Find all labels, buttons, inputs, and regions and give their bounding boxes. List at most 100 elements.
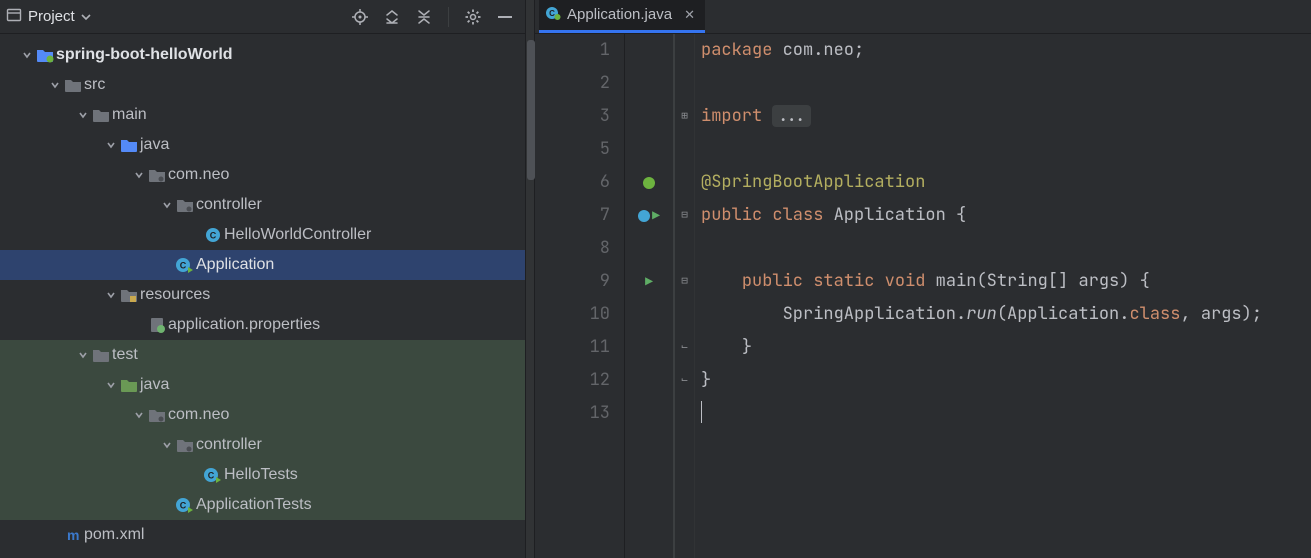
- folder-icon: [90, 107, 112, 123]
- expand-arrow-icon[interactable]: [160, 440, 174, 450]
- tree-label: com.neo: [168, 406, 229, 424]
- svg-text:m: m: [67, 527, 79, 543]
- tree-node[interactable]: java: [0, 130, 525, 160]
- class-run-icon: C: [545, 5, 561, 25]
- tree-node[interactable]: com.neo: [0, 400, 525, 430]
- tree-node[interactable]: CApplication: [0, 250, 525, 280]
- package-icon: [174, 197, 196, 213]
- expand-all-icon[interactable]: [382, 7, 402, 27]
- project-title[interactable]: Project: [28, 8, 75, 25]
- tree-label: java: [140, 376, 169, 394]
- tree-label: application.properties: [168, 316, 320, 334]
- package-icon: [146, 407, 168, 423]
- package-icon: [174, 437, 196, 453]
- class-run-icon: C: [174, 497, 196, 513]
- tree-node[interactable]: main: [0, 100, 525, 130]
- expand-arrow-icon[interactable]: [160, 200, 174, 210]
- class-icon[interactable]: [638, 210, 650, 222]
- tree-label: Application: [196, 256, 274, 274]
- expand-arrow-icon[interactable]: [20, 50, 34, 60]
- tree-label: ApplicationTests: [196, 496, 312, 514]
- tree-node[interactable]: com.neo: [0, 160, 525, 190]
- folder-open-icon: [34, 47, 56, 63]
- toolbar-divider: [448, 7, 449, 27]
- close-icon[interactable]: ✕: [684, 7, 695, 23]
- fold-end: ⌙: [675, 331, 694, 364]
- tree-node[interactable]: test: [0, 340, 525, 370]
- tab-application[interactable]: C Application.java ✕: [539, 0, 705, 33]
- expand-arrow-icon[interactable]: [48, 80, 62, 90]
- resources-icon: [118, 287, 140, 303]
- props-icon: [146, 317, 168, 333]
- fold-toggle[interactable]: ⊟: [675, 199, 694, 232]
- tree-node[interactable]: java: [0, 370, 525, 400]
- tree-node[interactable]: resources: [0, 280, 525, 310]
- folder-icon: [90, 347, 112, 363]
- tree-label: test: [112, 346, 138, 364]
- collapse-all-icon[interactable]: [414, 7, 434, 27]
- expand-arrow-icon[interactable]: [76, 350, 90, 360]
- code-area: 1 2 3 5 6 7 8 9 10 11 12 13: [535, 34, 1311, 558]
- svg-text:C: C: [549, 9, 555, 18]
- fold-toggle[interactable]: ⊞: [675, 100, 694, 133]
- tree-node[interactable]: C ApplicationTests: [0, 490, 525, 520]
- fold-gutter: ⊞ ⊟ ⊟ ⌙ ⌙: [675, 34, 695, 558]
- tree-label: controller: [196, 436, 262, 454]
- editor-area: C Application.java ✕ 1 2 3 5 6 7 8 9 10 …: [535, 0, 1311, 558]
- code-editor[interactable]: package com.neo; import ... @SpringBootA…: [695, 34, 1311, 558]
- tree-node[interactable]: C HelloTests: [0, 460, 525, 490]
- folder-green-icon: [118, 377, 140, 393]
- expand-arrow-icon[interactable]: [104, 140, 118, 150]
- folder-blue-icon: [118, 137, 140, 153]
- project-tree[interactable]: spring-boot-helloWorld srcmain java com.neo…: [0, 34, 525, 558]
- expand-arrow-icon[interactable]: [132, 410, 146, 420]
- expand-arrow-icon[interactable]: [104, 290, 118, 300]
- tree-label: com.neo: [168, 166, 229, 184]
- svg-text:C: C: [210, 231, 217, 241]
- tree-label: HelloWorldController: [224, 226, 371, 244]
- expand-arrow-icon[interactable]: [76, 110, 90, 120]
- tree-label: HelloTests: [224, 466, 298, 484]
- tree-node[interactable]: spring-boot-helloWorld: [0, 40, 525, 70]
- tree-node[interactable]: controller: [0, 190, 525, 220]
- tree-label: spring-boot-helloWorld: [56, 46, 233, 64]
- tree-label: src: [84, 76, 105, 94]
- tree-label: java: [140, 136, 169, 154]
- class-run-icon: C: [202, 467, 224, 483]
- class-icon: C: [202, 227, 224, 243]
- project-header: Project: [0, 0, 525, 34]
- fold-toggle[interactable]: ⊟: [675, 265, 694, 298]
- gear-icon[interactable]: [463, 7, 483, 27]
- tree-label: main: [112, 106, 147, 124]
- tree-node[interactable]: src: [0, 70, 525, 100]
- tree-label: controller: [196, 196, 262, 214]
- icon-gutter: ▶ ▶: [625, 34, 675, 558]
- svg-text:C: C: [208, 471, 215, 481]
- hide-icon[interactable]: [495, 7, 515, 27]
- tree-label: resources: [140, 286, 210, 304]
- folder-icon: [62, 77, 84, 93]
- chevron-down-icon[interactable]: [81, 9, 91, 25]
- expand-arrow-icon[interactable]: [104, 380, 118, 390]
- run-icon[interactable]: ▶: [645, 265, 653, 298]
- tab-label: Application.java: [567, 6, 672, 23]
- run-icon[interactable]: ▶: [652, 199, 660, 232]
- line-gutter: 1 2 3 5 6 7 8 9 10 11 12 13: [535, 34, 625, 558]
- class-run-icon: C: [174, 257, 196, 273]
- spring-bean-icon[interactable]: [643, 177, 655, 189]
- package-icon: [146, 167, 168, 183]
- project-tool-window: Project: [0, 0, 525, 558]
- svg-text:C: C: [180, 501, 187, 511]
- locate-icon[interactable]: [350, 7, 370, 27]
- tree-label: pom.xml: [84, 526, 144, 544]
- tree-node[interactable]: m pom.xml: [0, 520, 525, 550]
- tree-node[interactable]: controller: [0, 430, 525, 460]
- editor-tabstrip: C Application.java ✕: [535, 0, 1311, 34]
- project-scrollbar[interactable]: [525, 0, 535, 558]
- expand-arrow-icon[interactable]: [132, 170, 146, 180]
- tree-node[interactable]: application.properties: [0, 310, 525, 340]
- fold-end: ⌙: [675, 364, 694, 397]
- tree-node[interactable]: C HelloWorldController: [0, 220, 525, 250]
- maven-icon: m: [62, 527, 84, 543]
- project-icon: [6, 7, 22, 26]
